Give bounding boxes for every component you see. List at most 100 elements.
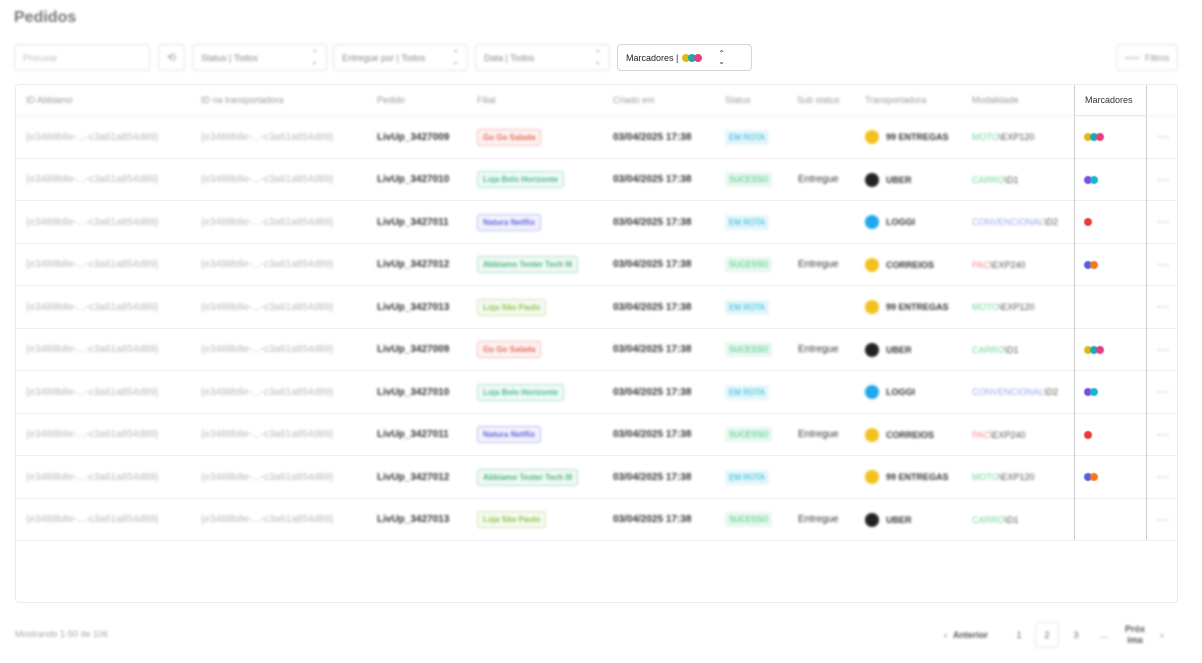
modalidade-cell: CARRO \D1 — [972, 329, 1019, 371]
pedido-cell[interactable]: LivUp_3427013 — [377, 499, 449, 541]
table-row[interactable]: {e3488b8e-...-c3a61a854d89} {e3488b8e-...… — [16, 371, 1177, 414]
table-header: ID Abbiamo ID na transportadora Pedido Fili… — [16, 85, 1177, 116]
more-options-icon[interactable]: ··· — [1157, 456, 1170, 498]
id-abbiamo-cell[interactable]: {e3488b8e-...-c3a61a854d89} — [26, 414, 158, 456]
modalidade-type: PAC — [972, 429, 990, 440]
criado-em-cell: 03/04/2025 17:38 — [613, 174, 692, 185]
id-transportadora-cell[interactable]: {e3488b8e-...-c3a61a854d89} — [201, 456, 333, 498]
pedido-cell[interactable]: LivUp_3427012 — [377, 456, 449, 498]
id-transportadora-cell[interactable]: {e3488b8e-...-c3a61a854d89} — [201, 201, 333, 243]
modalidade-code: \EXP120 — [998, 302, 1035, 312]
search-input[interactable] — [14, 44, 150, 71]
pedido-cell[interactable]: LivUp_3427011 — [377, 414, 449, 456]
entregue-filter-select[interactable]: Entregue por | Todos ⌃ ⌄ — [333, 44, 468, 71]
table-row[interactable]: {e3488b8e-...-c3a61a854d89} {e3488b8e-...… — [16, 201, 1177, 244]
filter-bar: ⟲ Status | Todos ⌃⌄ Entregue por | Todos… — [14, 44, 1178, 71]
marcadores-filter-select[interactable]: Marcadores | ⌃ ⌄ — [617, 44, 752, 71]
id-abbiamo-cell[interactable]: {e3488b8e-...-c3a61a854d89} — [26, 244, 158, 286]
id-transportadora-cell[interactable]: {e3488b8e-...-c3a61a854d89} — [201, 499, 333, 541]
refresh-button[interactable]: ⟲ — [158, 44, 185, 71]
modalidade-cell: PAC \EXP240 — [972, 244, 1025, 286]
page-button-2[interactable]: 2 — [1035, 622, 1059, 648]
id-abbiamo-cell[interactable]: {e3488b8e-...-c3a61a854d89} — [26, 286, 158, 328]
filial-badge: Go Go Salada — [477, 128, 542, 146]
id-abbiamo-cell[interactable]: {e3488b8e-...-c3a61a854d89} — [26, 456, 158, 498]
next-page-button[interactable]: Próx ima — [1120, 622, 1150, 648]
table-row[interactable]: {e3488b8e-...-c3a61a854d89} {e3488b8e-...… — [16, 159, 1177, 201]
table-row[interactable]: {e3488b8e-...-c3a61a854d89} {e3488b8e-...… — [16, 456, 1177, 499]
prev-page-button[interactable]: ‹ Anterior — [938, 622, 994, 648]
table-row[interactable]: {e3488b8e-...-c3a61a854d89} {e3488b8e-...… — [16, 414, 1177, 456]
modalidade-type: CARRO — [972, 344, 1005, 355]
more-options-icon[interactable]: ··· — [1157, 329, 1170, 371]
status-cell: EM ROTA — [725, 116, 769, 158]
modalidade-code: \EXP240 — [989, 259, 1026, 270]
id-transportadora-cell[interactable]: {e3488b8e-...-c3a61a854d89} — [201, 329, 333, 371]
criado-em-cell: 03/04/2025 17:38 — [613, 131, 692, 143]
sub-status-cell: Entregue — [798, 344, 839, 355]
id-abbiamo-cell[interactable]: {e3488b8e-...-c3a61a854d89} — [26, 159, 158, 201]
criado-em-cell: 03/04/2025 17:38 — [613, 471, 692, 483]
filtros-button[interactable]: ⩶ Filtros — [1116, 44, 1178, 71]
status-cell: SUCESSO — [725, 244, 773, 286]
more-options-icon[interactable]: ··· — [1157, 201, 1170, 243]
id-abbiamo-cell[interactable]: {e3488b8e-...-c3a61a854d89} — [26, 116, 158, 158]
column-header: ID Abbiamo — [26, 95, 73, 105]
table-row[interactable]: {e3488b8e-...-c3a61a854d89} {e3488b8e-...… — [16, 286, 1177, 329]
pedido-cell[interactable]: LivUp_3427009 — [377, 329, 449, 371]
more-options-icon[interactable]: ··· — [1157, 159, 1170, 201]
carrier-logo-icon — [865, 342, 879, 357]
pedido-cell[interactable]: LivUp_3427013 — [377, 286, 449, 328]
column-header: Filial — [477, 95, 496, 105]
table-row[interactable]: {e3488b8e-...-c3a61a854d89} {e3488b8e-...… — [16, 329, 1177, 371]
status-cell: SUCESSO — [725, 414, 773, 456]
status-badge: SUCESSO — [725, 342, 773, 357]
id-transportadora-cell[interactable]: {e3488b8e-...-c3a61a854d89} — [201, 286, 333, 328]
status-filter-select[interactable]: Status | Todos ⌃ ⌄ — [192, 44, 327, 71]
more-options-icon[interactable]: ··· — [1157, 499, 1170, 541]
filial-cell: Loja Belo Horizonte — [477, 159, 565, 201]
id-transportadora-cell[interactable]: {e3488b8e-...-c3a61a854d89} — [201, 116, 333, 158]
table-row[interactable]: {e3488b8e-...-c3a61a854d89} {e3488b8e-...… — [16, 499, 1177, 541]
pedido-cell[interactable]: LivUp_3427010 — [377, 159, 449, 201]
carrier-name: UBER — [886, 514, 912, 525]
id-abbiamo-cell[interactable]: {e3488b8e-...-c3a61a854d89} — [26, 329, 158, 371]
carrier-logo-icon — [865, 130, 879, 144]
id-abbiamo-cell[interactable]: {e3488b8e-...-c3a61a854d89} — [26, 499, 158, 541]
more-options-icon[interactable]: ··· — [1157, 116, 1170, 158]
id-transportadora-cell[interactable]: {e3488b8e-...-c3a61a854d89} — [201, 244, 333, 286]
filial-badge: Abbiamo Tester Tech III — [477, 256, 579, 273]
pedido-cell[interactable]: LivUp_3427010 — [377, 371, 449, 413]
id-transportadora-cell[interactable]: {e3488b8e-...-c3a61a854d89} — [201, 371, 333, 413]
column-header: Status — [725, 95, 751, 105]
carrier-logo-icon — [865, 257, 879, 272]
pedido-cell[interactable]: LivUp_3427009 — [377, 116, 449, 158]
sub-status-cell: Entregue — [798, 259, 839, 270]
table-row[interactable]: {e3488b8e-...-c3a61a854d89} {e3488b8e-...… — [16, 244, 1177, 286]
id-abbiamo-cell[interactable]: {e3488b8e-...-c3a61a854d89} — [26, 201, 158, 243]
chevron-updown-icon: ⌃ ⌄ — [718, 48, 725, 66]
id-transportadora-cell[interactable]: {e3488b8e-...-c3a61a854d89} — [201, 414, 333, 456]
more-options-icon[interactable]: ··· — [1157, 286, 1170, 328]
data-filter-select[interactable]: Data | Todos ⌃ ⌄ — [475, 44, 610, 71]
pagination-summary: Mostrando 1-50 de 106 — [15, 629, 109, 639]
page-button-3[interactable]: 3 — [1064, 622, 1088, 648]
modalidade-cell: CARRO \D1 — [972, 159, 1019, 201]
transportadora-cell: CORREIOS — [865, 414, 934, 456]
modalidade-type: CONVENCIONAL — [972, 217, 1045, 227]
modalidade-code: \D1 — [1004, 514, 1019, 525]
chevron-right-icon[interactable]: › — [1156, 622, 1168, 648]
page-button-1[interactable]: 1 — [1007, 622, 1031, 648]
more-options-icon[interactable]: ··· — [1157, 371, 1170, 413]
transportadora-cell: CORREIOS — [865, 244, 934, 286]
id-abbiamo-cell[interactable]: {e3488b8e-...-c3a61a854d89} — [26, 371, 158, 413]
pedido-cell[interactable]: LivUp_3427011 — [377, 201, 449, 243]
more-options-icon[interactable]: ··· — [1157, 244, 1170, 286]
status-badge: SUCESSO — [725, 172, 773, 187]
more-options-icon[interactable]: ··· — [1157, 414, 1170, 456]
id-transportadora-cell[interactable]: {e3488b8e-...-c3a61a854d89} — [201, 159, 333, 201]
pedido-cell[interactable]: LivUp_3427012 — [377, 244, 449, 286]
filial-badge: Loja São Paulo — [477, 298, 547, 316]
table-row[interactable]: {e3488b8e-...-c3a61a854d89} {e3488b8e-...… — [16, 116, 1177, 159]
status-cell: EM ROTA — [725, 286, 769, 328]
